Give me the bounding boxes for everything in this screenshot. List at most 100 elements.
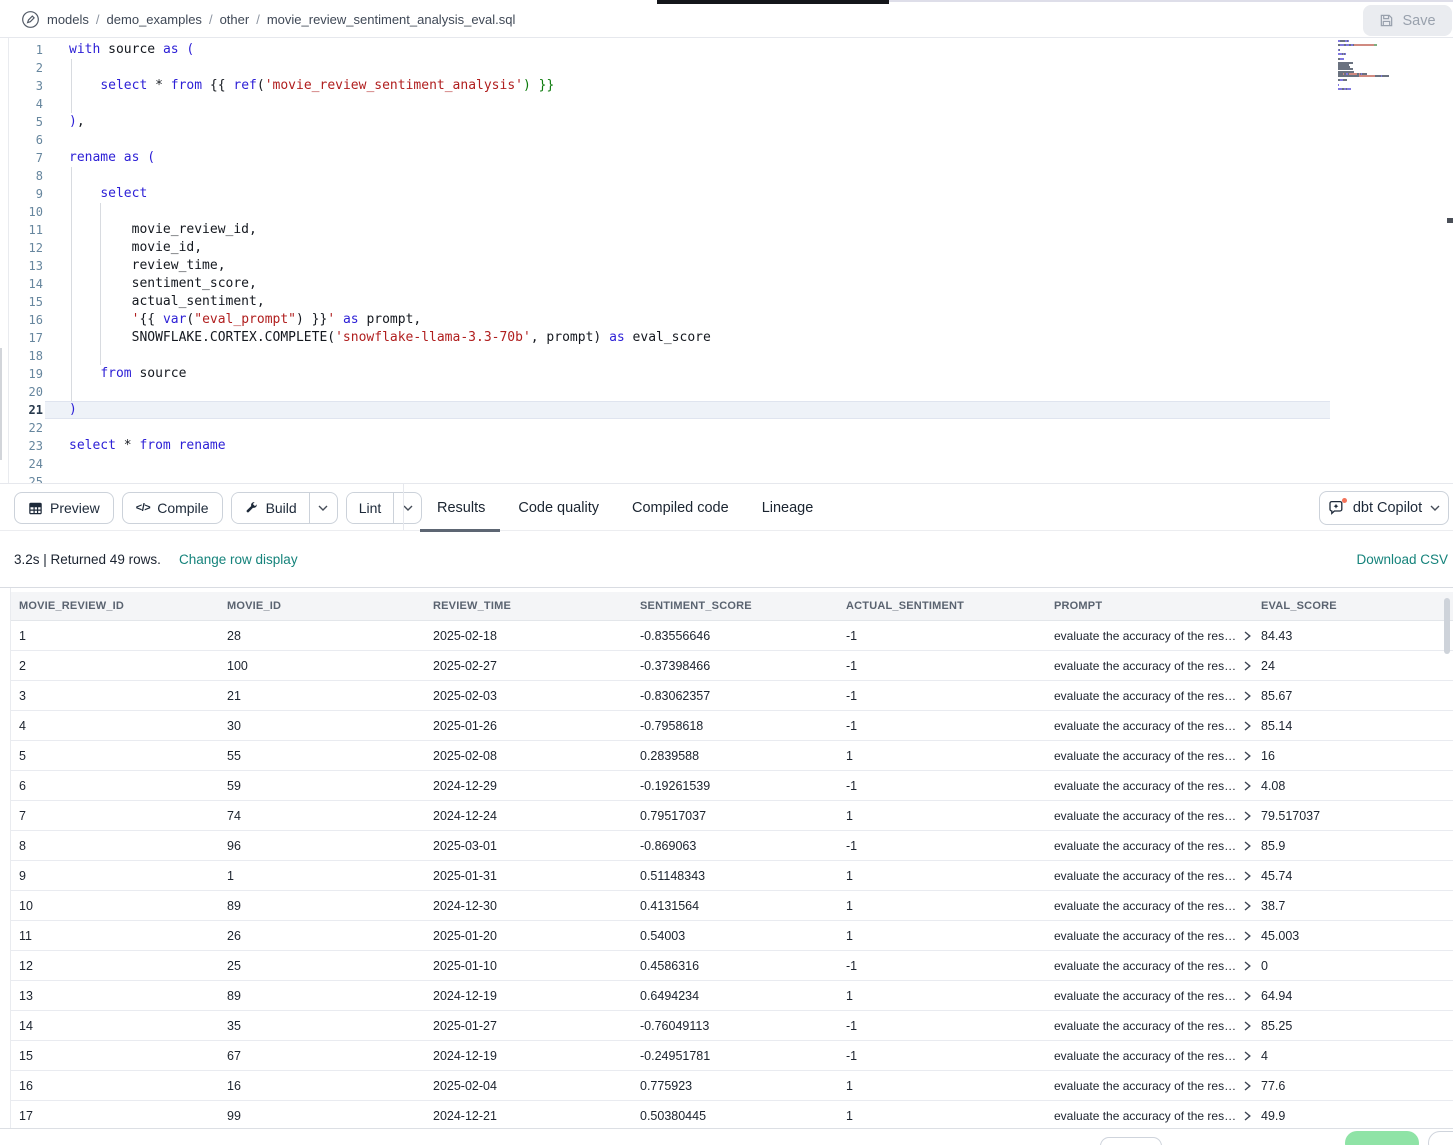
dbt-copilot-button[interactable]: dbt Copilot xyxy=(1319,491,1449,525)
chevron-right-icon[interactable] xyxy=(1243,1111,1252,1121)
prompt-cell[interactable]: evaluate the accuracy of the res… xyxy=(1054,809,1261,823)
table-cell: 89 xyxy=(227,899,433,913)
code-line[interactable]: 5), xyxy=(9,113,1453,131)
code-line[interactable]: 1with source as ( xyxy=(9,41,1453,59)
breadcrumb-item[interactable]: other xyxy=(220,12,250,27)
eval-score-cell: 85.67 xyxy=(1261,689,1453,703)
table-row: 14352025-01-27-0.76049113-1evaluate the … xyxy=(11,1011,1453,1041)
code-line[interactable]: 8 xyxy=(9,167,1453,185)
code-line[interactable]: 4 xyxy=(9,95,1453,113)
prompt-cell[interactable]: evaluate the accuracy of the res… xyxy=(1054,1019,1261,1033)
table-scrollbar-thumb[interactable] xyxy=(1444,598,1450,654)
chevron-right-icon[interactable] xyxy=(1243,841,1252,851)
chevron-right-icon[interactable] xyxy=(1243,961,1252,971)
bottom-green-pill-button[interactable] xyxy=(1345,1131,1419,1145)
breadcrumb-item[interactable]: movie_review_sentiment_analysis_eval.sql xyxy=(267,12,516,27)
minimap[interactable] xyxy=(1338,40,1434,95)
line-number: 18 xyxy=(9,347,43,365)
prompt-cell[interactable]: evaluate the accuracy of the res… xyxy=(1054,989,1261,1003)
chevron-right-icon[interactable] xyxy=(1243,1081,1252,1091)
code-line[interactable]: 20 xyxy=(9,383,1453,401)
prompt-cell[interactable]: evaluate the accuracy of the res… xyxy=(1054,1049,1261,1063)
code-line[interactable]: 9 select xyxy=(9,185,1453,203)
chevron-right-icon[interactable] xyxy=(1243,1021,1252,1031)
chevron-right-icon[interactable] xyxy=(1243,661,1252,671)
chevron-right-icon[interactable] xyxy=(1243,1051,1252,1061)
prompt-cell[interactable]: evaluate the accuracy of the res… xyxy=(1054,839,1261,853)
prompt-text: evaluate the accuracy of the res… xyxy=(1054,959,1236,973)
code-line[interactable]: 6 xyxy=(9,131,1453,149)
prompt-cell[interactable]: evaluate the accuracy of the res… xyxy=(1054,689,1261,703)
lint-button[interactable]: Lint xyxy=(347,493,394,523)
code-line[interactable]: 17 SNOWFLAKE.CORTEX.COMPLETE('snowflake-… xyxy=(9,329,1453,347)
build-button[interactable]: Build xyxy=(232,493,309,523)
code-line[interactable]: 7rename as ( xyxy=(9,149,1453,167)
build-dropdown-chevron[interactable] xyxy=(309,493,337,523)
code-line[interactable]: 22 xyxy=(9,419,1453,437)
change-row-display-link[interactable]: Change row display xyxy=(179,552,298,567)
bottom-right-pill-button[interactable] xyxy=(1428,1131,1453,1145)
breadcrumb-item[interactable]: models xyxy=(47,12,89,27)
tab-lineage[interactable]: Lineage xyxy=(762,484,814,532)
chevron-right-icon[interactable] xyxy=(1243,781,1252,791)
prompt-cell[interactable]: evaluate the accuracy of the res… xyxy=(1054,659,1261,673)
prompt-cell[interactable]: evaluate the accuracy of the res… xyxy=(1054,719,1261,733)
tab-compiled-code[interactable]: Compiled code xyxy=(632,484,729,532)
prompt-cell[interactable]: evaluate the accuracy of the res… xyxy=(1054,929,1261,943)
prompt-cell[interactable]: evaluate the accuracy of the res… xyxy=(1054,899,1261,913)
chevron-right-icon[interactable] xyxy=(1243,751,1252,761)
prompt-text: evaluate the accuracy of the res… xyxy=(1054,899,1236,913)
download-csv-link[interactable]: Download CSV xyxy=(1356,552,1448,567)
tab-code-quality[interactable]: Code quality xyxy=(518,484,599,532)
save-button[interactable]: Save xyxy=(1363,5,1452,36)
panel-resize-handle[interactable] xyxy=(0,348,2,460)
chevron-right-icon[interactable] xyxy=(1243,901,1252,911)
chevron-right-icon[interactable] xyxy=(1243,631,1252,641)
prompt-cell[interactable]: evaluate the accuracy of the res… xyxy=(1054,629,1261,643)
table-cell: 7 xyxy=(19,809,227,823)
code-line[interactable]: 16 '{{ var("eval_prompt") }}' as prompt, xyxy=(9,311,1453,329)
prompt-cell[interactable]: evaluate the accuracy of the res… xyxy=(1054,749,1261,763)
code-line[interactable]: 10 xyxy=(9,203,1453,221)
code-line[interactable]: 13 review_time, xyxy=(9,257,1453,275)
chevron-right-icon[interactable] xyxy=(1243,931,1252,941)
code-line[interactable]: 24 xyxy=(9,455,1453,473)
code-line[interactable]: 19 from source xyxy=(9,365,1453,383)
code-line[interactable]: 14 sentiment_score, xyxy=(9,275,1453,293)
chevron-right-icon[interactable] xyxy=(1243,811,1252,821)
column-header: MOVIE_REVIEW_ID xyxy=(19,600,227,612)
sql-code-editor[interactable]: 1with source as (23 select * from {{ ref… xyxy=(8,38,1453,483)
prompt-cell[interactable]: evaluate the accuracy of the res… xyxy=(1054,1109,1261,1123)
compile-button[interactable]: </> Compile xyxy=(122,492,223,524)
chevron-right-icon[interactable] xyxy=(1243,871,1252,881)
code-line[interactable]: 25 xyxy=(9,473,1453,483)
edit-circle-icon[interactable] xyxy=(21,10,40,29)
code-line[interactable]: 23select * from rename xyxy=(9,437,1453,455)
breadcrumb-item[interactable]: demo_examples xyxy=(107,12,202,27)
chevron-right-icon[interactable] xyxy=(1243,691,1252,701)
code-line[interactable]: 18 xyxy=(9,347,1453,365)
code-line[interactable]: 15 actual_sentiment, xyxy=(9,293,1453,311)
code-line[interactable]: 11 movie_review_id, xyxy=(9,221,1453,239)
code-line[interactable]: 21) xyxy=(9,401,1453,419)
chevron-right-icon[interactable] xyxy=(1243,991,1252,1001)
table-row: 13892024-12-190.64942341evaluate the acc… xyxy=(11,981,1453,1011)
code-line[interactable]: 2 xyxy=(9,59,1453,77)
prompt-cell[interactable]: evaluate the accuracy of the res… xyxy=(1054,779,1261,793)
table-cell: 2025-02-03 xyxy=(433,689,640,703)
code-line[interactable]: 3 select * from {{ ref('movie_review_sen… xyxy=(9,77,1453,95)
table-cell: 2025-02-18 xyxy=(433,629,640,643)
eval-score-cell: 64.94 xyxy=(1261,989,1453,1003)
prompt-cell[interactable]: evaluate the accuracy of the res… xyxy=(1054,959,1261,973)
table-cell: 2025-03-01 xyxy=(433,839,640,853)
bottom-pill-button[interactable] xyxy=(1100,1137,1162,1145)
tab-results[interactable]: Results xyxy=(437,484,485,532)
code-line[interactable]: 12 movie_id, xyxy=(9,239,1453,257)
chevron-right-icon[interactable] xyxy=(1243,721,1252,731)
line-number: 20 xyxy=(9,383,43,401)
prompt-cell[interactable]: evaluate the accuracy of the res… xyxy=(1054,869,1261,883)
lint-dropdown-chevron[interactable] xyxy=(393,493,421,523)
editor-scrollbar-marker[interactable] xyxy=(1447,218,1453,223)
preview-button[interactable]: Preview xyxy=(14,492,114,524)
prompt-cell[interactable]: evaluate the accuracy of the res… xyxy=(1054,1079,1261,1093)
